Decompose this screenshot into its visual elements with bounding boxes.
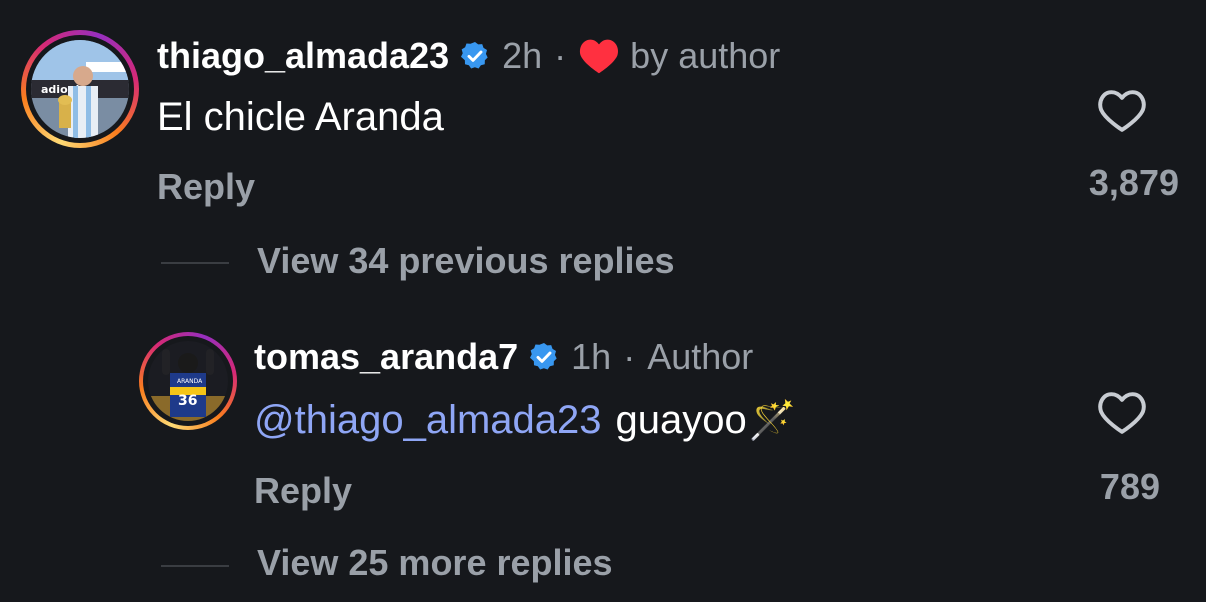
comment-text: El chicle Aranda (157, 95, 444, 139)
reply-button[interactable]: Reply (157, 166, 255, 208)
avatar: ARANDA 36 (148, 341, 228, 421)
avatar-story-ring[interactable]: adio de (21, 30, 139, 148)
heart-outline-icon[interactable] (1096, 390, 1148, 436)
svg-text:36: 36 (178, 393, 197, 409)
mention-link[interactable]: @thiago_almada23 (254, 398, 602, 443)
separator-dot: · (554, 35, 567, 76)
thread-divider (161, 262, 229, 264)
heart-outline-icon[interactable] (1096, 88, 1148, 134)
author-tag: Author (647, 336, 754, 377)
comment-text-body: guayoo (615, 398, 747, 442)
magic-wand-emoji: 🪄 (748, 399, 797, 442)
separator-dot: · (623, 336, 636, 377)
comment-time: 2h (502, 35, 543, 76)
avatar-story-ring[interactable]: ARANDA 36 (139, 332, 237, 430)
like-count: 789 (1099, 466, 1160, 507)
svg-text:ARANDA: ARANDA (177, 378, 203, 385)
verified-badge-icon (459, 40, 491, 72)
comment-header: tomas_aranda7 1h · Author (254, 334, 753, 380)
view-more-replies-button[interactable]: View 25 more replies (257, 542, 613, 584)
comment-text: @thiago_almada23 guayoo 🪄 (254, 398, 796, 443)
like-count: 3,879 (1088, 162, 1179, 203)
reply-button[interactable]: Reply (254, 470, 352, 512)
comment-tomas: ARANDA 36 tomas_aranda7 1h · Author @thi… (0, 320, 1206, 530)
view-previous-replies-button[interactable]: View 34 previous replies (257, 240, 675, 282)
verified-badge-icon (528, 341, 560, 373)
username[interactable]: thiago_almada23 (157, 35, 449, 77)
comment-header: thiago_almada23 2h · by author (157, 33, 780, 79)
username[interactable]: tomas_aranda7 (254, 336, 518, 378)
comment-thiago: adio de thiago_almada23 2h · by author E… (0, 0, 1206, 230)
thread-divider (161, 565, 229, 567)
avatar: adio de (31, 40, 129, 138)
red-heart-icon (578, 37, 620, 75)
liked-by-author: by author (630, 35, 781, 76)
comment-time: 1h (571, 336, 612, 377)
